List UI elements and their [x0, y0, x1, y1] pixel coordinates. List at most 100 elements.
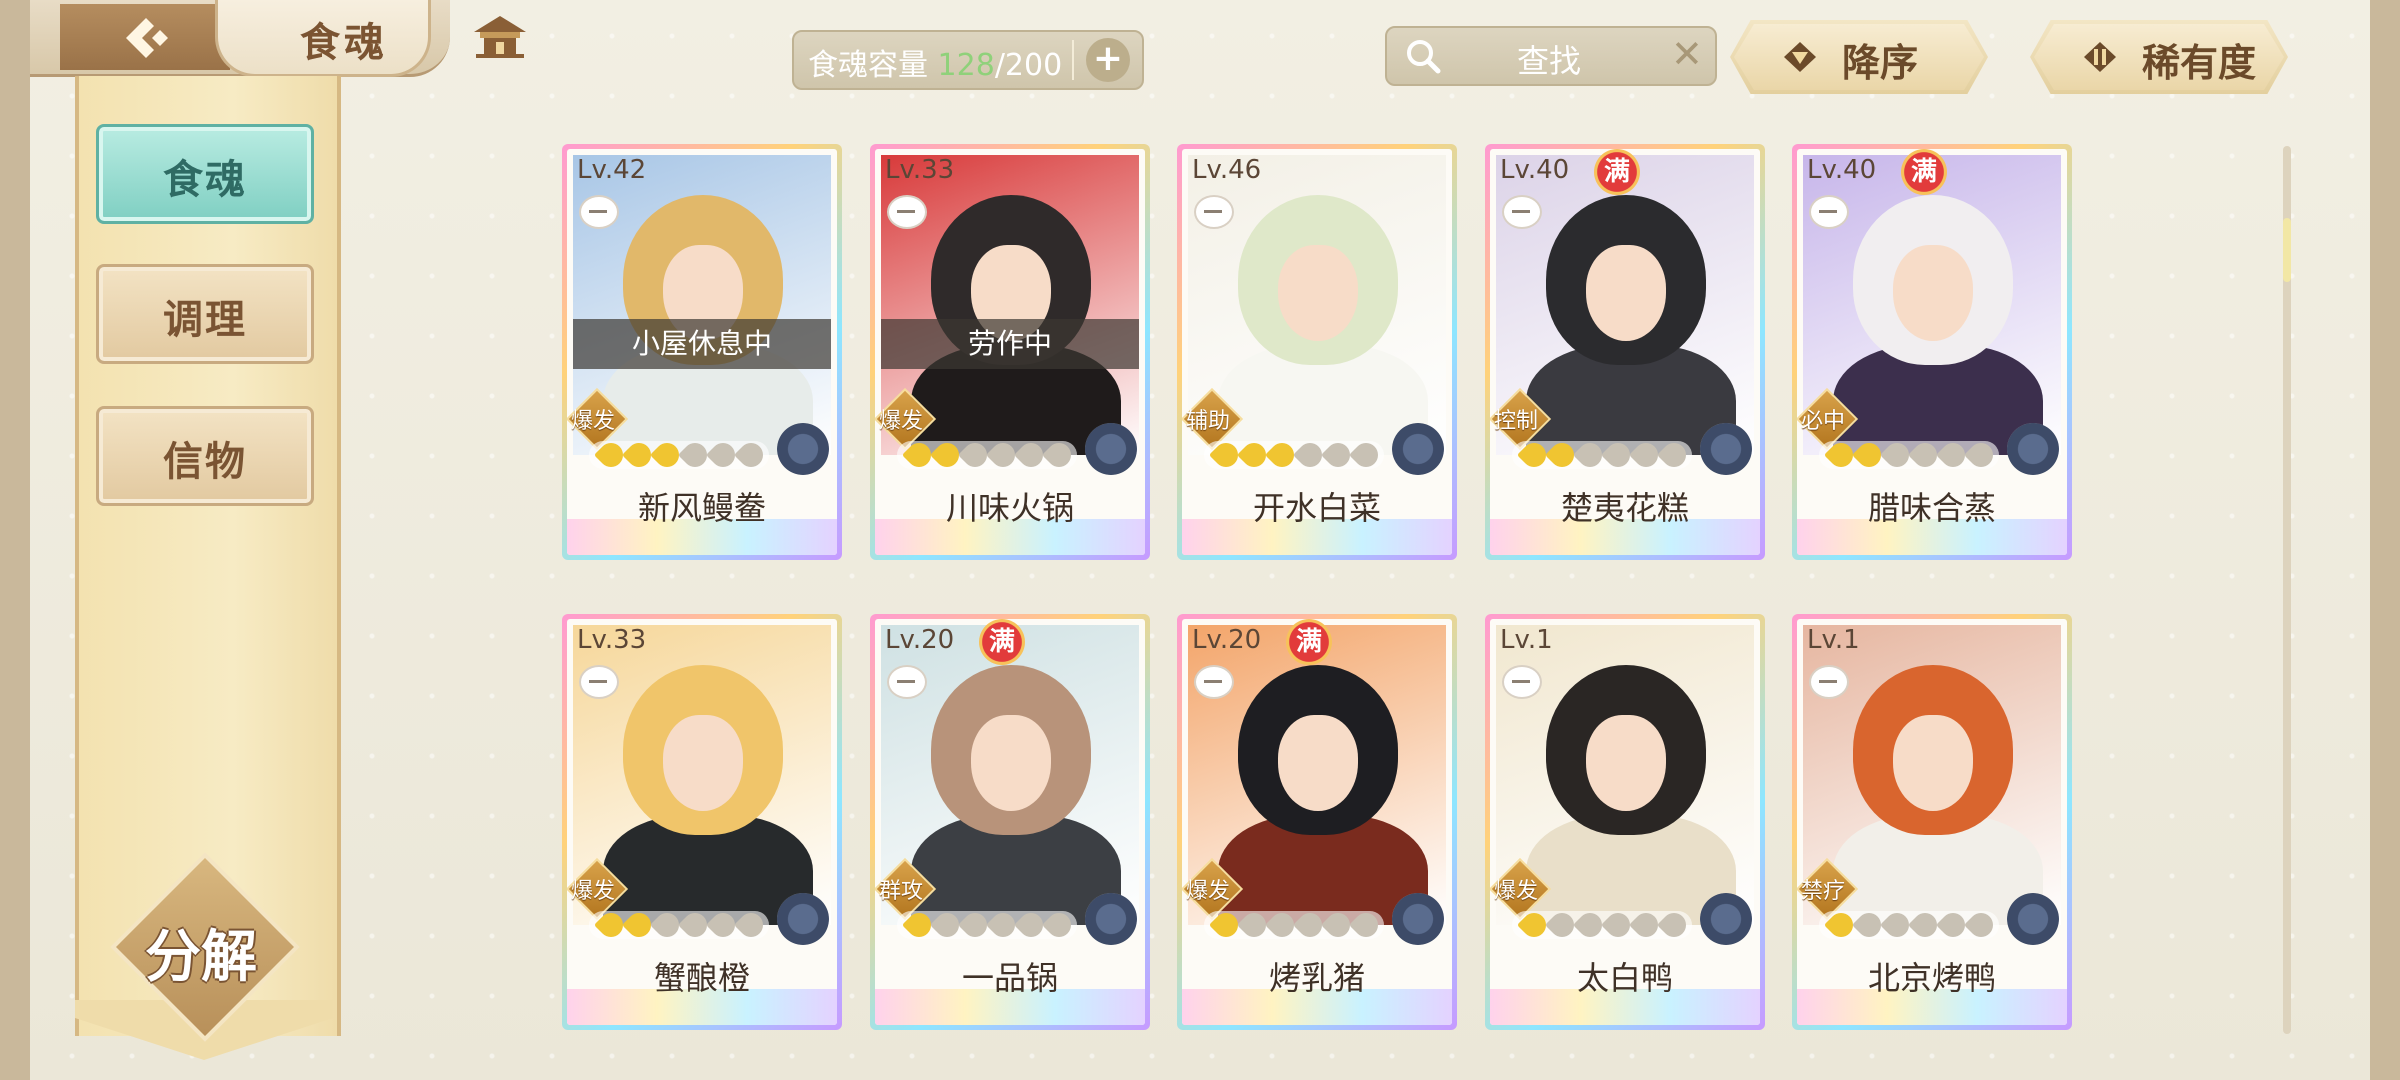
- food-soul-card[interactable]: Lv.20 满爆发 烤乳猪: [1177, 614, 1457, 1030]
- role-badge: 爆发: [1182, 857, 1244, 921]
- element-icon: [2007, 893, 2059, 945]
- star-rating: [1819, 438, 1999, 472]
- sidebar-item-food-souls[interactable]: 食魂: [96, 124, 314, 224]
- chat-bubble-icon: [887, 195, 927, 229]
- level-label: Lv.40: [1500, 155, 1570, 185]
- star-icon: [1964, 438, 1998, 472]
- role-label: 辅助: [1186, 409, 1231, 434]
- star-rating: [1819, 908, 1999, 942]
- sort-field-button[interactable]: 稀有度: [2030, 20, 2288, 94]
- food-soul-card[interactable]: Lv.40 满控制 楚夷花糕: [1485, 144, 1765, 560]
- status-banner: 劳作中: [881, 319, 1139, 369]
- star-rating: [1512, 908, 1692, 942]
- scrollbar-thumb[interactable]: [2283, 218, 2291, 282]
- role-badge: 群攻: [875, 857, 937, 921]
- role-badge: 必中: [1797, 387, 1859, 451]
- chat-bubble-icon: [579, 195, 619, 229]
- left-edge-stripe: [0, 0, 30, 1080]
- chat-bubble-icon: [887, 665, 927, 699]
- search-input[interactable]: 查找 ✕: [1385, 26, 1717, 86]
- sort-field-label: 稀有度: [2142, 41, 2257, 85]
- chat-bubble-icon: [1502, 665, 1542, 699]
- role-badge: 控制: [1490, 387, 1552, 451]
- capacity-display: 食魂容量 128/200 +: [792, 30, 1144, 90]
- decompose-label: 分解: [145, 925, 257, 990]
- food-soul-card[interactable]: Lv.46 辅助开水白菜: [1177, 144, 1457, 560]
- sort-order-label: 降序: [1842, 41, 1919, 85]
- chat-bubble-icon: [1194, 665, 1234, 699]
- star-rating: [1512, 438, 1692, 472]
- max-badge: 满: [1901, 149, 1947, 195]
- level-label: Lv.20: [885, 625, 955, 655]
- chat-bubble-icon: [1809, 665, 1849, 699]
- element-icon: [1085, 423, 1137, 475]
- level-label: Lv.46: [1192, 155, 1262, 185]
- home-icon[interactable]: [470, 14, 530, 60]
- food-soul-card[interactable]: Lv.40 满必中 腊味合蒸: [1792, 144, 2072, 560]
- element-icon: [2007, 423, 2059, 475]
- food-soul-name: 北京烤鸭: [1867, 959, 1996, 997]
- chat-bubble-icon: [1194, 195, 1234, 229]
- food-soul-card[interactable]: Lv.20 满群攻 一品锅: [870, 614, 1150, 1030]
- element-icon: [1700, 893, 1752, 945]
- star-icon: [1349, 908, 1383, 942]
- star-icon: [1349, 438, 1383, 472]
- capacity-divider: [1072, 40, 1074, 80]
- max-badge: 满: [979, 619, 1025, 665]
- star-icon: [1042, 438, 1076, 472]
- food-soul-card[interactable]: Lv.33 爆发 蟹酿橙: [562, 614, 842, 1030]
- level-label: Lv.40: [1807, 155, 1877, 185]
- sidebar-item-conditioning[interactable]: 调理: [96, 264, 314, 364]
- star-rating: [897, 908, 1077, 942]
- food-soul-card[interactable]: Lv.1 爆发 太白鸭: [1485, 614, 1765, 1030]
- food-soul-name: 烤乳猪: [1268, 959, 1365, 997]
- food-soul-card[interactable]: Lv.1 禁疗 北京烤鸭: [1792, 614, 2072, 1030]
- star-icon: [734, 438, 768, 472]
- star-icon: [1657, 438, 1691, 472]
- food-soul-name: 楚夷花糕: [1560, 489, 1689, 527]
- sort-order-button[interactable]: 降序: [1730, 20, 1988, 94]
- role-label: 群攻: [879, 879, 924, 904]
- star-rating: [589, 908, 769, 942]
- role-badge: 爆发: [1490, 857, 1552, 921]
- chat-bubble-icon: [1809, 195, 1849, 229]
- star-rating: [589, 438, 769, 472]
- max-badge: 满: [1286, 619, 1332, 665]
- food-soul-card[interactable]: Lv.42 小屋休息中 爆发 新风鳗鲞: [562, 144, 842, 560]
- level-label: Lv.20: [1192, 625, 1262, 655]
- element-icon: [1700, 423, 1752, 475]
- role-label: 禁疗: [1801, 879, 1846, 904]
- star-rating: [897, 438, 1077, 472]
- right-edge-stripe: [2370, 0, 2400, 1080]
- food-soul-name: 开水白菜: [1252, 489, 1381, 527]
- search-placeholder: 查找: [1517, 42, 1582, 80]
- food-soul-name: 太白鸭: [1576, 959, 1673, 997]
- food-soul-card[interactable]: Lv.33 劳作中 爆发 川味火锅: [870, 144, 1150, 560]
- star-icon: [734, 908, 768, 942]
- role-label: 爆发: [879, 409, 924, 434]
- role-badge: 爆发: [567, 387, 629, 451]
- chat-bubble-icon: [579, 665, 619, 699]
- capacity-total: /200: [994, 48, 1063, 83]
- role-badge: 禁疗: [1797, 857, 1859, 921]
- sort-descending-icon: [1784, 42, 1816, 72]
- sidebar-item-tokens[interactable]: 信物: [96, 406, 314, 506]
- role-badge: 辅助: [1182, 387, 1244, 451]
- capacity-label: 食魂容量: [808, 48, 928, 83]
- element-icon: [777, 423, 829, 475]
- role-label: 爆发: [571, 879, 616, 904]
- status-banner: 小屋休息中: [573, 319, 831, 369]
- food-soul-name: 腊味合蒸: [1867, 489, 1996, 527]
- level-label: Lv.42: [577, 155, 647, 185]
- back-button[interactable]: [60, 4, 230, 70]
- expand-capacity-button[interactable]: +: [1086, 38, 1130, 82]
- level-label: Lv.33: [885, 155, 955, 185]
- star-icon: [1657, 908, 1691, 942]
- role-badge: 爆发: [875, 387, 937, 451]
- decompose-button[interactable]: 分解: [110, 852, 300, 1042]
- clear-search-icon[interactable]: ✕: [1671, 32, 1703, 76]
- sidebar-item-label: 调理: [163, 297, 247, 343]
- level-label: Lv.1: [1500, 625, 1553, 655]
- star-icon: [1964, 908, 1998, 942]
- role-badge: 爆发: [567, 857, 629, 921]
